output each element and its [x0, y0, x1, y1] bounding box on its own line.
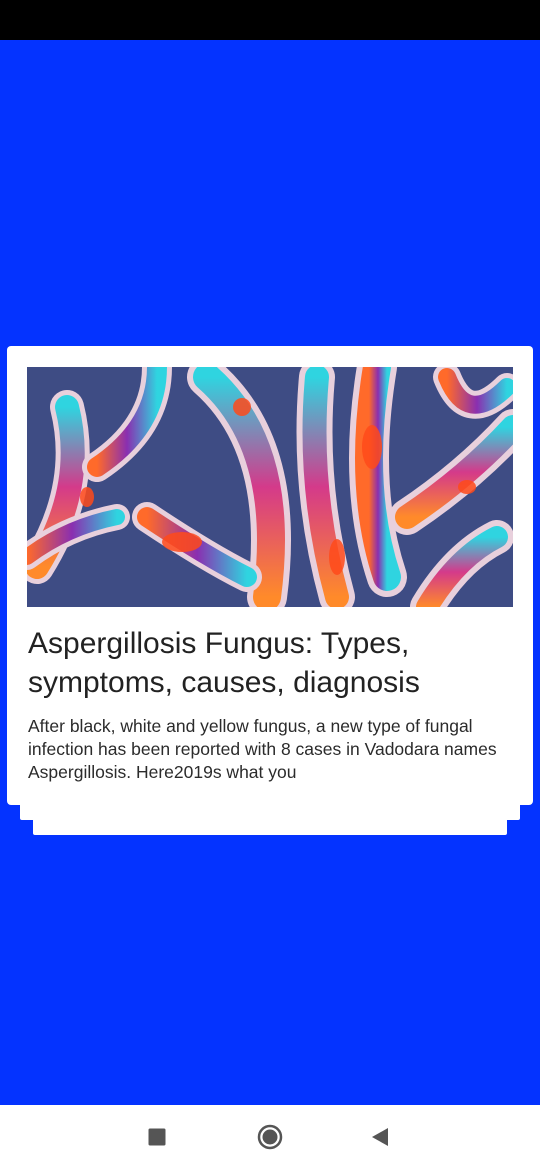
circle-icon	[257, 1124, 283, 1150]
article-image	[27, 367, 513, 607]
article-title[interactable]: Aspergillosis Fungus: Types, symptoms, c…	[28, 624, 518, 702]
recents-button[interactable]	[141, 1121, 173, 1153]
triangle-back-icon	[372, 1128, 388, 1146]
screen: Aspergillosis Fungus: Types, symptoms, c…	[0, 0, 540, 1170]
fungus-microscopy-image	[27, 367, 513, 607]
navigation-bar	[0, 1105, 540, 1170]
status-bar	[0, 0, 540, 40]
back-button[interactable]	[364, 1121, 396, 1153]
home-button[interactable]	[254, 1121, 286, 1153]
square-icon	[148, 1128, 166, 1146]
article-description: After black, white and yellow fungus, a …	[28, 716, 497, 782]
article-card[interactable]: Aspergillosis Fungus: Types, symptoms, c…	[7, 346, 533, 805]
